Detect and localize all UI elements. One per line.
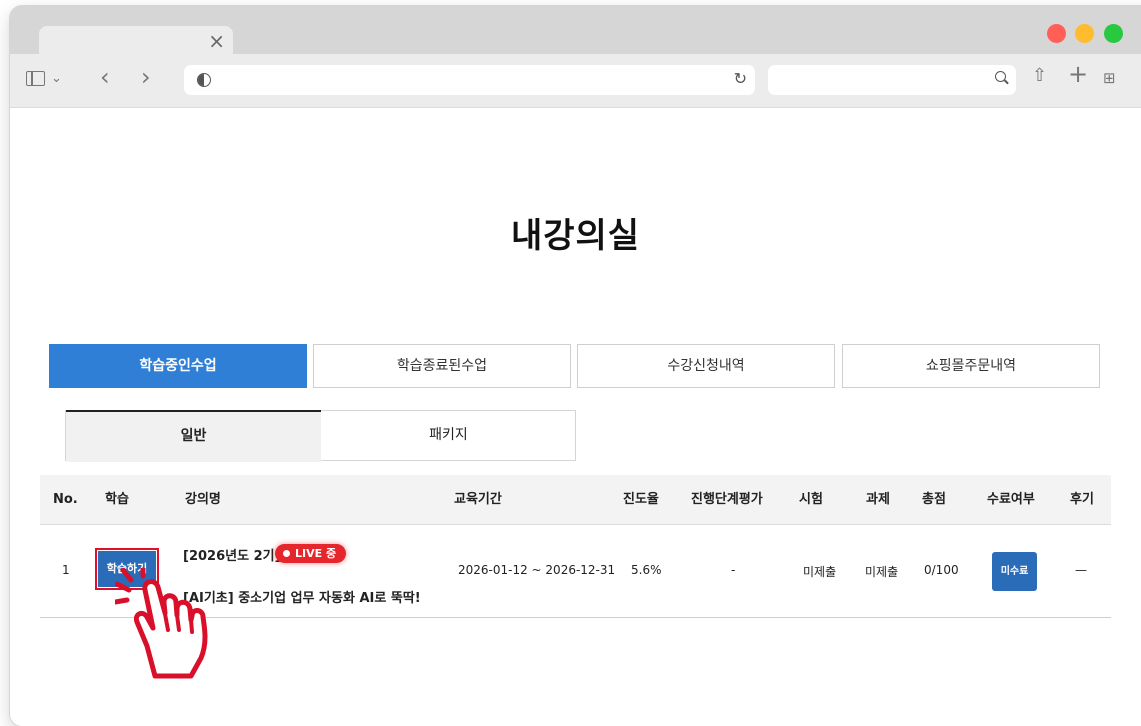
sub-tab-package[interactable]: 패키지: [321, 411, 576, 460]
course-period: 2026-01-12 ~ 2026-12-31: [458, 563, 616, 577]
close-icon[interactable]: ×: [208, 29, 225, 53]
sidebar-icon[interactable]: [26, 71, 45, 86]
live-dot-icon: [283, 550, 290, 557]
forward-icon[interactable]: ›: [141, 65, 151, 89]
progress-rate: 5.6%: [631, 563, 662, 577]
share-icon[interactable]: ⇧: [1032, 66, 1047, 86]
stage-eval-value: -: [731, 563, 736, 577]
col-no: No.: [53, 492, 78, 507]
live-badge: LIVE 중: [275, 544, 347, 563]
col-completion: 수료여부: [987, 492, 1035, 507]
review-value: —: [1075, 563, 1087, 577]
privacy-shield-icon: [197, 73, 211, 87]
address-bar[interactable]: ↻: [184, 65, 755, 95]
col-total: 총점: [922, 492, 946, 507]
chevron-down-icon[interactable]: ⌄: [51, 69, 62, 89]
live-badge-label: LIVE 중: [295, 547, 337, 560]
reload-icon[interactable]: ↻: [734, 69, 747, 88]
col-assignment: 과제: [866, 492, 890, 507]
page-title: 내강의실: [510, 216, 641, 256]
search-field[interactable]: [768, 65, 1016, 95]
col-progress: 진도율: [623, 492, 659, 507]
assignment-status: 미제출: [865, 565, 899, 579]
col-course: 강의명: [185, 492, 221, 507]
col-review: 후기: [1070, 492, 1094, 507]
browser-tab[interactable]: ×: [39, 26, 233, 56]
total-score: 0/100: [924, 563, 959, 577]
tab-shop-orders[interactable]: 쇼핑몰주문내역: [842, 344, 1100, 388]
hand-pointer-icon: [115, 568, 208, 679]
exam-status: 미제출: [803, 565, 837, 579]
tab-in-progress[interactable]: 학습중인수업: [49, 344, 307, 388]
col-period: 교육기간: [454, 492, 502, 507]
sub-tab-group: 일반 패키지: [65, 410, 576, 462]
tab-grid-icon[interactable]: ⊞: [1103, 68, 1116, 88]
window-zoom-button[interactable]: [1104, 24, 1123, 43]
col-stage-eval: 진행단계평가: [691, 492, 763, 507]
window-minimize-button[interactable]: [1075, 24, 1094, 43]
back-icon[interactable]: ‹: [100, 65, 110, 89]
col-exam: 시험: [799, 492, 823, 507]
col-study: 학습: [105, 492, 129, 507]
sub-tab-general[interactable]: 일반: [66, 410, 321, 462]
completion-status-button[interactable]: 미수료: [992, 552, 1037, 591]
row-number: 1: [62, 563, 70, 577]
browser-toolbar: ⌄ ‹ › ↻ ⇧ + ⊞: [10, 54, 1141, 108]
tab-enrollment-history[interactable]: 수강신청내역: [577, 344, 835, 388]
course-cohort: [2026년도 2기]: [183, 549, 281, 564]
tab-completed[interactable]: 학습종료된수업: [313, 344, 571, 388]
table-header: No. 학습 강의명 교육기간 진도율 진행단계평가 시험 과제 총점 수료여부…: [40, 475, 1111, 525]
search-icon: [995, 71, 1006, 82]
plus-icon[interactable]: +: [1068, 62, 1088, 86]
window-close-button[interactable]: [1047, 24, 1066, 43]
title-bar: ×: [10, 6, 1141, 56]
